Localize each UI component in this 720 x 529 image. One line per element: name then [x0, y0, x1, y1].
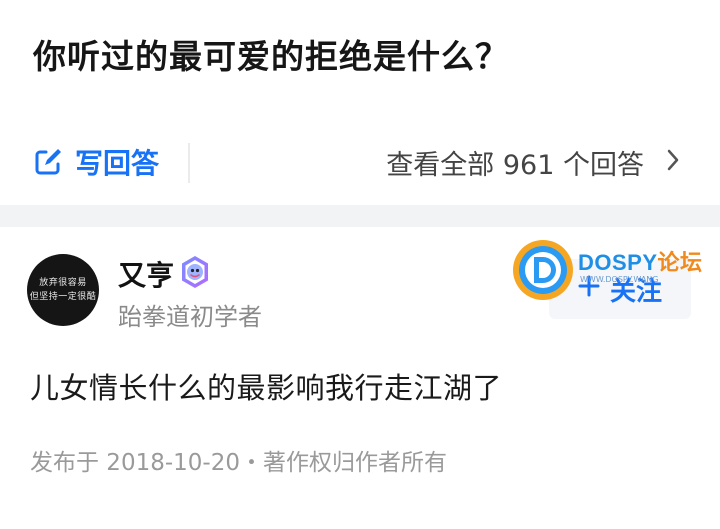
section-separator: [0, 205, 720, 227]
answer-meta: 发布于 2018-10-20・著作权归作者所有: [30, 450, 447, 476]
watermark-sub: WWW.DOSPY.WANG: [580, 275, 659, 284]
write-answer-button[interactable]: 写回答: [33, 142, 159, 182]
avatar[interactable]: 放弃很容易 但坚持一定很酷: [27, 254, 99, 326]
watermark-brand-en: DOSPY: [578, 250, 658, 275]
action-divider: [188, 143, 190, 183]
avatar-text-line2: 但坚持一定很酷: [29, 292, 97, 302]
view-all-label: 查看全部 961 个回答: [386, 149, 644, 181]
chevron-right-icon: [666, 147, 680, 178]
author-bio: 跆拳道初学者: [118, 303, 262, 331]
view-all-answers-link[interactable]: 查看全部 961 个回答: [386, 142, 680, 182]
badge-icon[interactable]: [178, 255, 212, 289]
site-watermark: DOSPY论坛 WWW.DOSPY.WANG: [512, 237, 720, 302]
answer-content[interactable]: 儿女情长什么的最影响我行走江湖了: [30, 365, 502, 407]
question-header: 你听过的最可爱的拒绝是什么？ 写回答 查看全部 961 个回答: [0, 0, 720, 205]
avatar-text-line1: 放弃很容易: [39, 278, 87, 288]
dospy-logo-icon: [512, 239, 574, 301]
pencil-square-icon: [33, 147, 63, 177]
watermark-brand-cn: 论坛: [657, 250, 703, 275]
question-page: 你听过的最可爱的拒绝是什么？ 写回答 查看全部 961 个回答 放弃很容易 但坚…: [0, 0, 720, 529]
watermark-brand: DOSPY论坛: [578, 245, 703, 277]
question-title[interactable]: 你听过的最可爱的拒绝是什么？: [33, 30, 509, 78]
author-name[interactable]: 又亨: [118, 254, 174, 294]
write-answer-label: 写回答: [75, 147, 160, 180]
